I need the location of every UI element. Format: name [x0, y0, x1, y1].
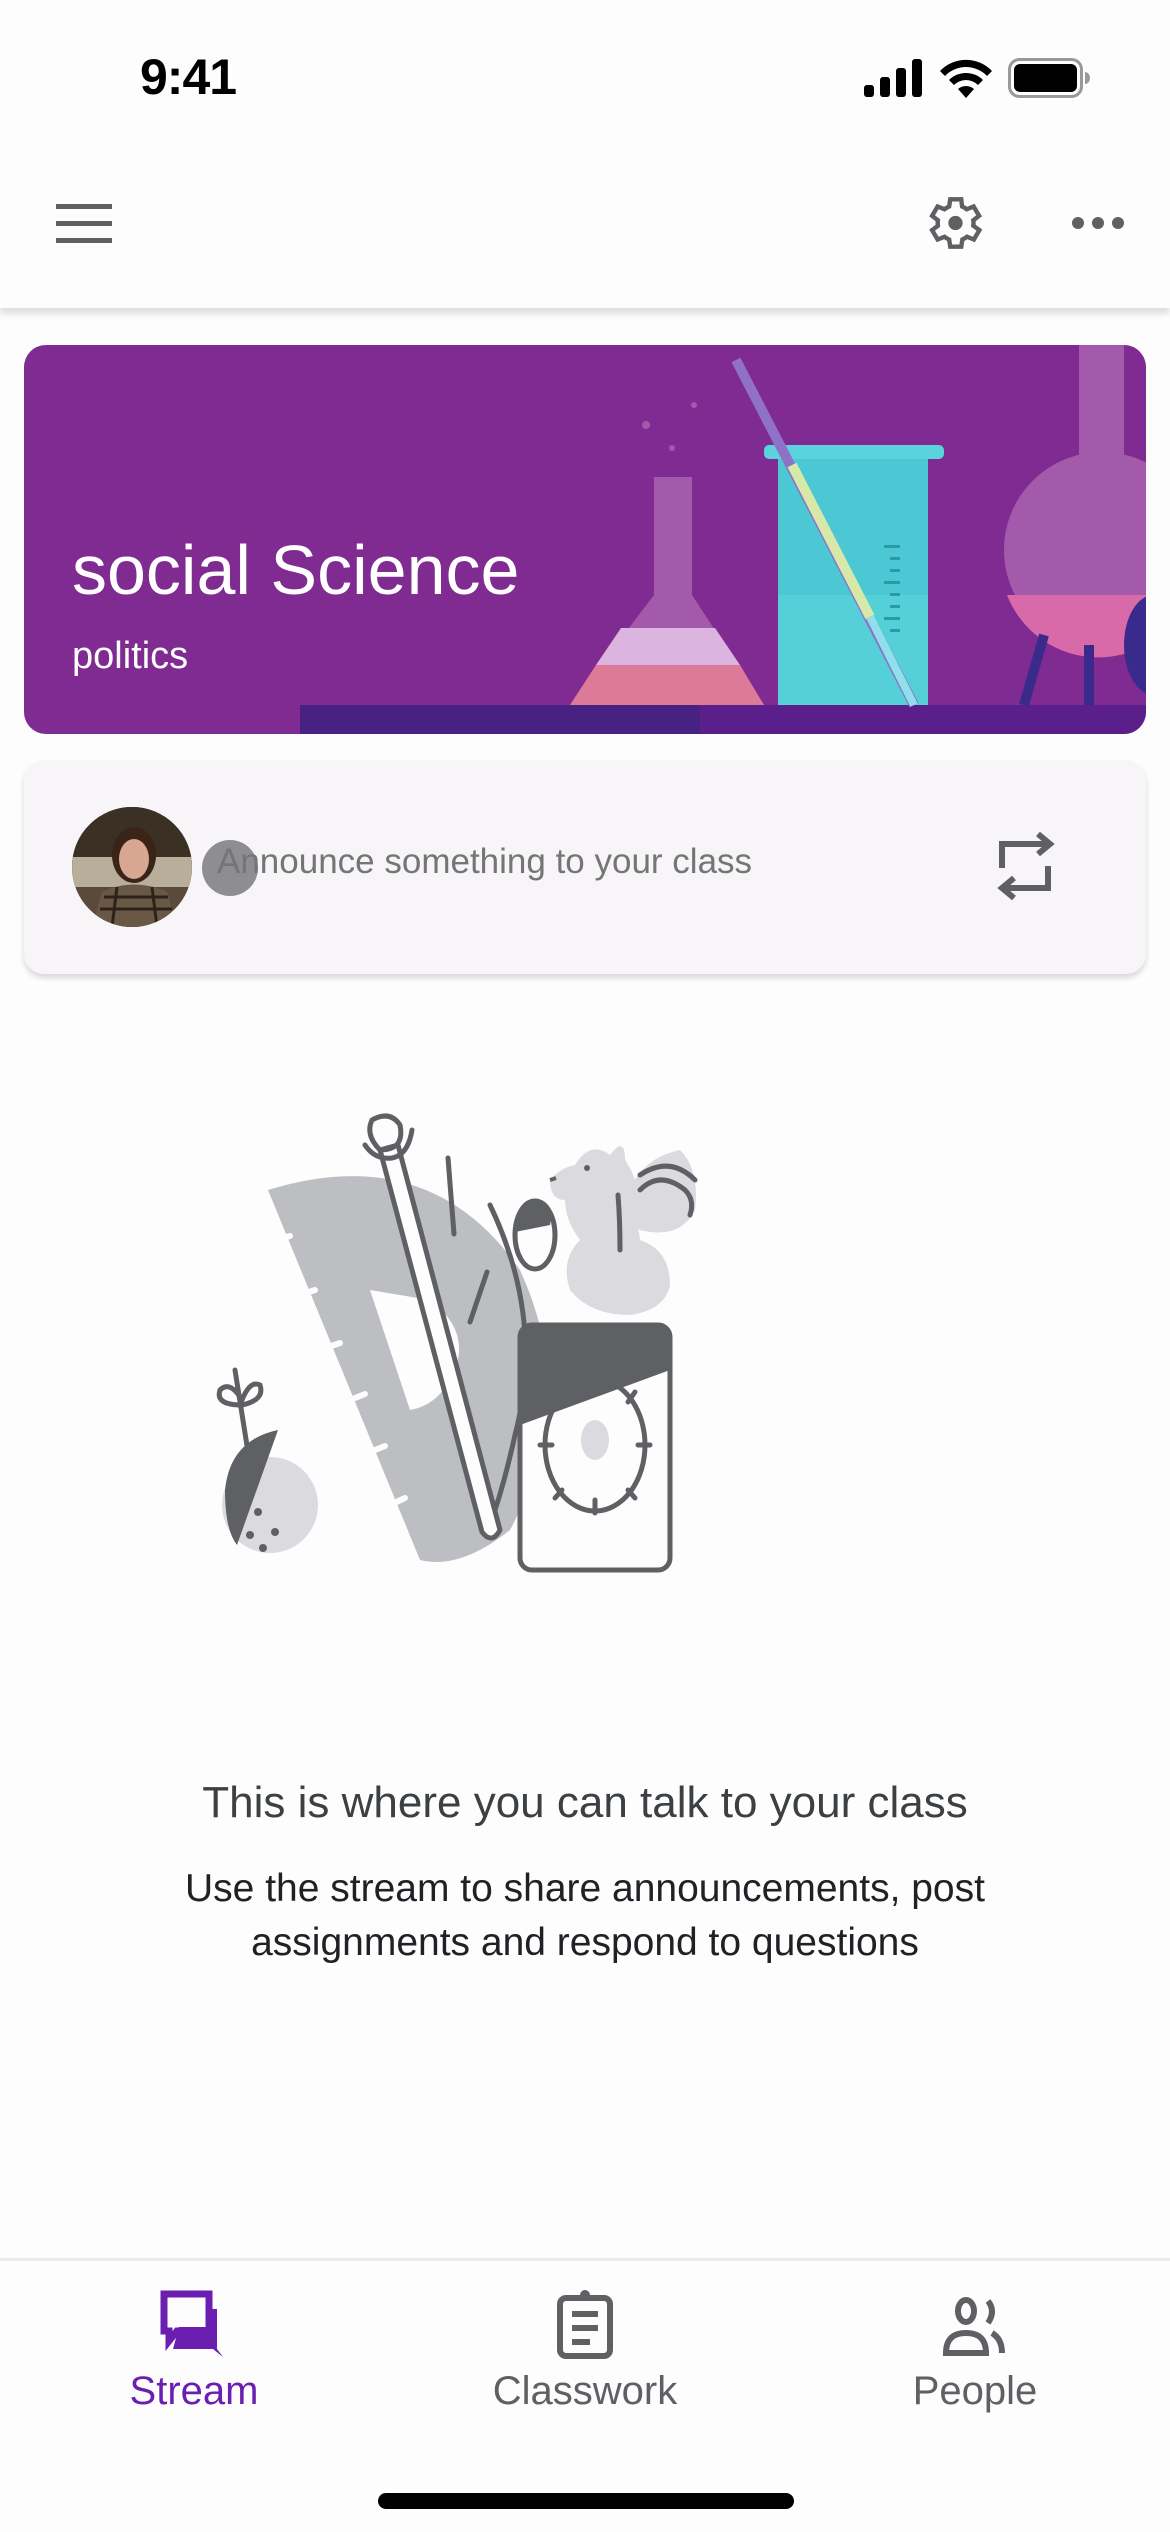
repost-button[interactable]: [994, 831, 1058, 902]
settings-gear-icon: [929, 197, 983, 249]
empty-state-title: This is where you can talk to your class: [202, 1778, 968, 1827]
menu-button[interactable]: [56, 202, 112, 246]
announce-input[interactable]: [217, 842, 917, 882]
class-title: social Science: [72, 531, 520, 609]
announce-card[interactable]: [24, 760, 1146, 974]
status-icons: [864, 58, 1090, 98]
home-indicator[interactable]: [378, 2493, 794, 2509]
empty-state-description: Use the stream to share announcements, p…: [185, 1867, 985, 1964]
battery-icon: [1008, 58, 1090, 98]
settings-button[interactable]: [920, 190, 986, 256]
avatar: [72, 807, 192, 927]
tab-people[interactable]: People: [855, 2289, 1095, 2439]
app-bar: [0, 150, 1170, 308]
clipboard-icon: [557, 2290, 613, 2359]
bottom-navigation: Stream Classwork People: [0, 2258, 1170, 2532]
classroom-supplies-illustration: [216, 1113, 698, 1573]
repost-icon: [997, 831, 1055, 901]
class-banner[interactable]: social Science politics: [24, 345, 1146, 734]
stream-chat-icon: [160, 2290, 223, 2357]
tab-stream[interactable]: Stream: [74, 2289, 314, 2439]
cellular-signal-icon: [864, 59, 922, 97]
avatar-image: [72, 807, 192, 927]
tab-classwork[interactable]: Classwork: [465, 2289, 705, 2439]
tab-classwork-label: Classwork: [492, 2369, 678, 2413]
status-time: 9:41: [140, 49, 237, 105]
more-horizontal-icon: [1072, 217, 1124, 229]
status-bar: 9:41: [0, 0, 1170, 150]
wifi-icon: [940, 59, 992, 98]
class-section: politics: [72, 635, 189, 677]
tab-stream-label: Stream: [129, 2369, 259, 2413]
menu-icon: [56, 204, 112, 243]
tab-people-label: People: [912, 2369, 1038, 2413]
more-options-button[interactable]: [1070, 210, 1126, 236]
people-icon: [942, 2297, 1005, 2356]
